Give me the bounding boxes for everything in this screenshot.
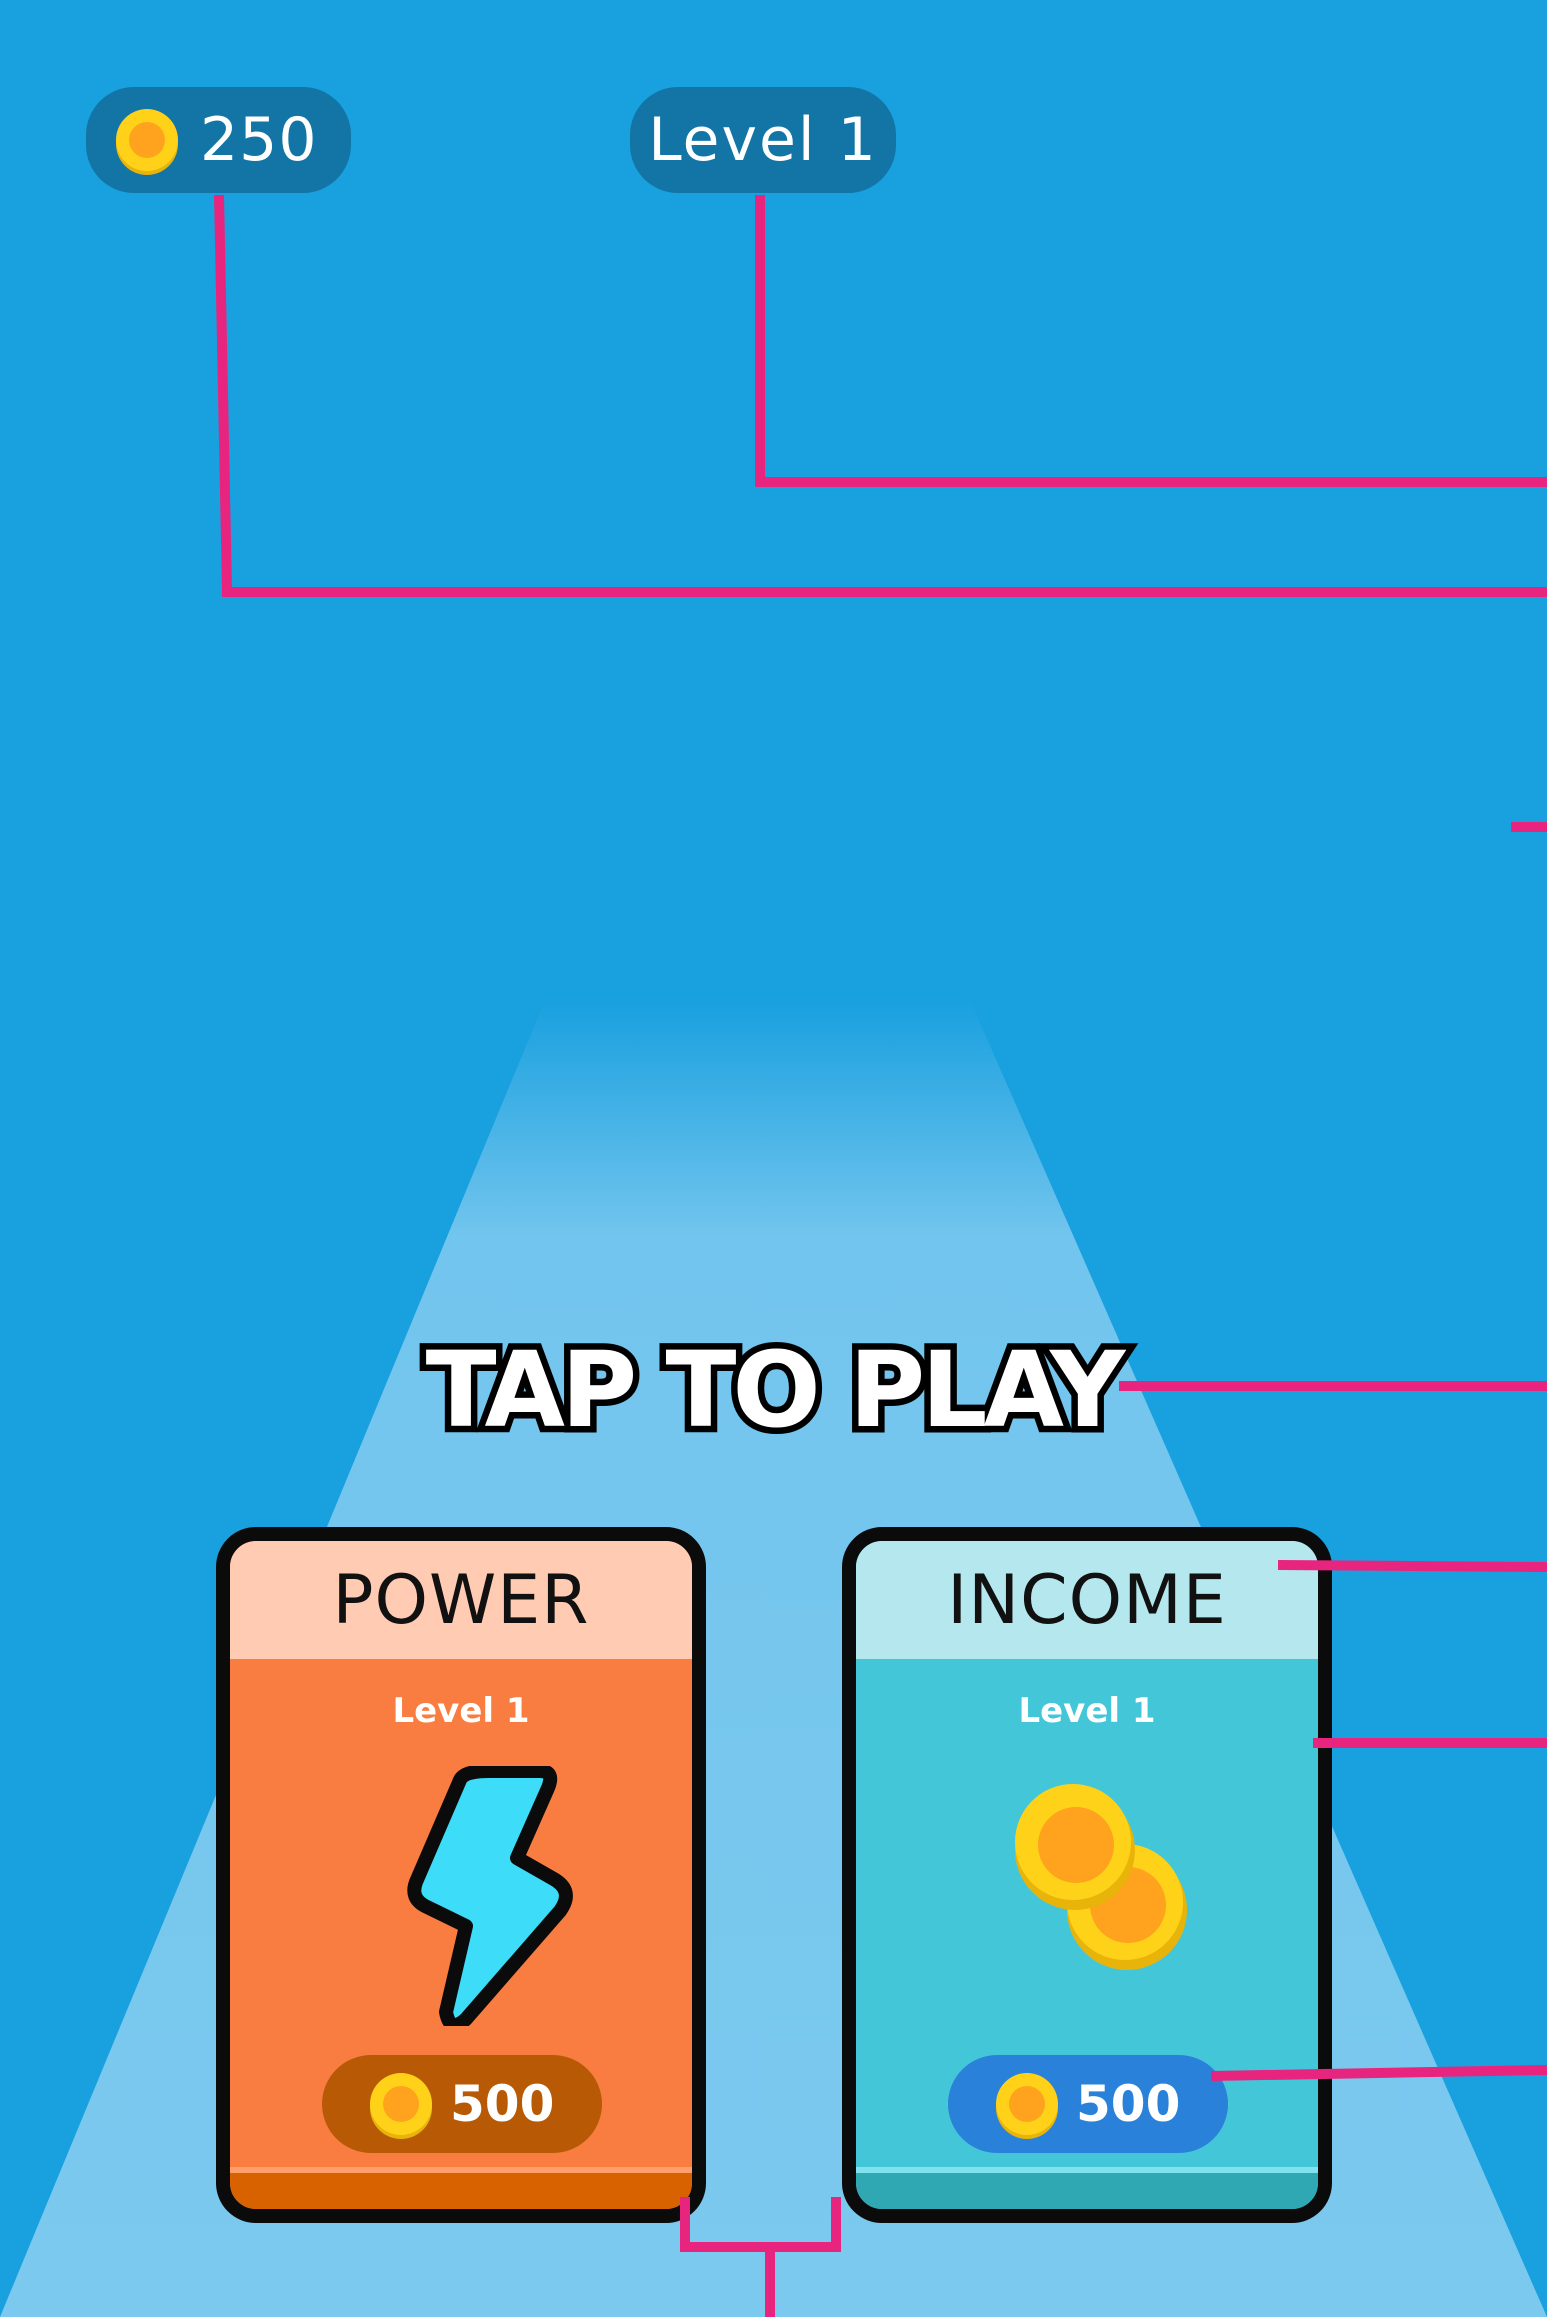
power-price-value: 500 <box>450 2075 555 2133</box>
coins-icon <box>1015 1784 1187 1970</box>
level-label: Level 1 <box>648 105 878 175</box>
coin-icon <box>116 109 178 171</box>
income-upgrade-price[interactable]: 500 <box>948 2055 1228 2153</box>
card-base <box>230 2167 692 2209</box>
tap-to-play-button[interactable]: TAP TO PLAY <box>0 1323 1547 1458</box>
coin-balance: 250 <box>200 105 318 175</box>
coin-balance-pill: 250 <box>86 87 351 193</box>
income-upgrade-card[interactable]: INCOME Level 1 500 <box>842 1527 1332 2223</box>
power-card-title: POWER <box>230 1541 692 1659</box>
lightning-bolt-icon <box>407 1766 573 2026</box>
coin-icon <box>996 2073 1058 2135</box>
card-base <box>856 2167 1318 2209</box>
level-indicator: Level 1 <box>630 87 896 193</box>
power-upgrade-card[interactable]: POWER Level 1 500 <box>216 1527 706 2223</box>
game-screen[interactable]: 250 Level 1 TAP TO PLAY POWER Level 1 50… <box>0 0 1547 2317</box>
income-card-title: INCOME <box>856 1541 1318 1659</box>
coin-icon <box>370 2073 432 2135</box>
income-card-level: Level 1 <box>1018 1691 1156 1731</box>
income-price-value: 500 <box>1076 2075 1181 2133</box>
power-card-level: Level 1 <box>392 1691 530 1731</box>
power-upgrade-price[interactable]: 500 <box>322 2055 602 2153</box>
